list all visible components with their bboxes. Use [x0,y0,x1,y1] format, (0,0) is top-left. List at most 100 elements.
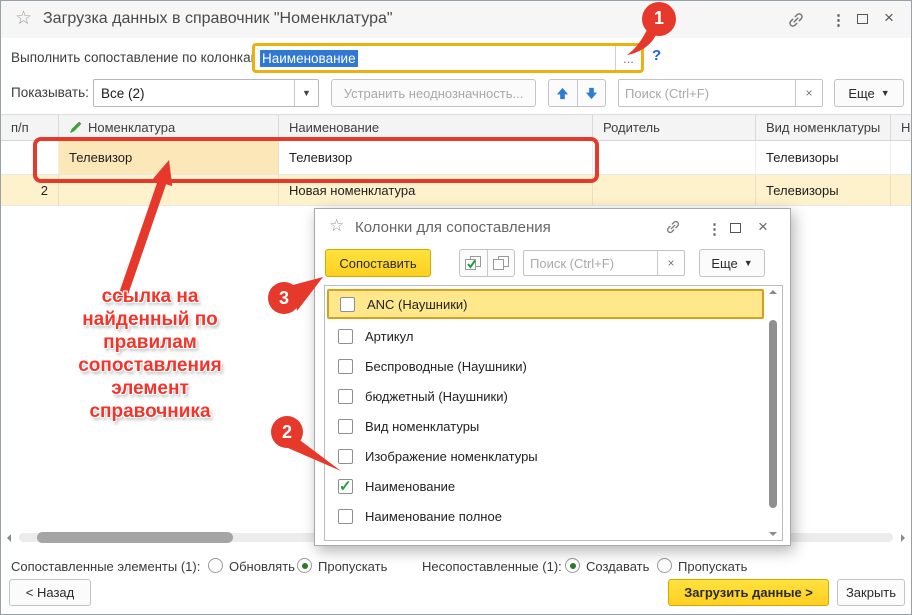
checkbox[interactable] [338,509,353,524]
table-cell[interactable]: 2 [1,175,59,206]
move-up-button[interactable] [549,80,577,106]
move-down-button[interactable] [577,80,606,106]
table-row[interactable]: 2 Новая номенклатура Телевизоры [1,175,912,206]
radio-update-label[interactable]: Обновлять [229,559,295,574]
table-cell[interactable]: Телевизор [59,141,279,175]
column-item-3[interactable]: бюджетный (Наушники) [327,381,764,411]
chevron-down-icon[interactable]: ▼ [294,80,318,106]
link-icon[interactable] [665,219,681,240]
radio-skip-unmatched-label[interactable]: Пропускать [678,559,747,574]
checkbox[interactable] [338,329,353,344]
menu-dots-icon[interactable]: ⋮ [707,220,722,238]
mapping-columns-value-area[interactable]: Наименование [255,46,615,70]
close-button[interactable]: Закрыть [837,579,905,606]
column-item-0[interactable]: ANC (Наушники) [327,289,764,319]
column-header-kind[interactable]: Вид номенклатуры [756,115,891,140]
mapping-columns-input[interactable]: Наименование ... [252,43,644,73]
table-cell[interactable] [593,141,756,175]
annotation-note-line: ссылка на [25,285,275,308]
table-cell[interactable]: Телевизор [279,141,593,175]
column-header-parent[interactable]: Родитель [593,115,756,140]
radio-create[interactable] [565,558,580,573]
help-link[interactable]: ? [652,47,661,64]
checkbox[interactable] [340,297,355,312]
table-cell[interactable] [593,175,756,206]
table-cell[interactable] [891,141,912,175]
column-item-7[interactable]: Наименование полное [327,501,764,531]
close-icon[interactable]: × [884,8,894,28]
vertical-scrollbar[interactable] [766,288,780,538]
choose-columns-button[interactable]: ... [615,46,641,70]
scroll-up-icon[interactable] [769,290,777,294]
radio-skip-matched-label[interactable]: Пропускать [318,559,387,574]
load-data-button[interactable]: Загрузить данные > [668,579,829,606]
columns-list: ANC (Наушники) Артикул Беспроводные (Нау… [324,285,783,541]
maximize-icon[interactable] [730,223,741,233]
table-cell[interactable] [1,141,59,175]
search-clear-icon[interactable]: × [657,251,684,275]
column-header-label: Номенклатура [88,120,175,135]
checkbox[interactable] [338,479,353,494]
scroll-right-icon[interactable] [901,534,905,542]
table-cell[interactable]: Телевизоры [756,175,891,206]
maximize-icon[interactable] [857,14,868,24]
dialog-more-button[interactable]: Еще ▼ [699,249,765,277]
page-title: Загрузка данных в справочник "Номенклату… [43,10,393,28]
back-button[interactable]: < Назад [9,579,91,606]
column-item-4[interactable]: Вид номенклатуры [327,411,764,441]
show-filter-select[interactable]: Все (2) ▼ [93,79,319,107]
column-item-1[interactable]: Артикул [327,321,764,351]
table-cell[interactable]: Телевизоры [756,141,891,175]
more-button[interactable]: Еще ▼ [834,79,904,107]
checkbox[interactable] [338,359,353,374]
column-item-5[interactable]: Изображение номенклатуры [327,441,764,471]
dialog-search-input[interactable] [524,251,657,275]
column-header-nomenclature[interactable]: Номенклатура [59,115,279,140]
link-icon[interactable] [787,11,805,34]
search-clear-icon[interactable]: × [795,80,822,106]
table-cell[interactable] [59,175,279,206]
checkbox[interactable] [338,389,353,404]
favorite-star-icon[interactable]: ☆ [329,217,344,234]
column-header-next[interactable]: Н [891,115,912,140]
column-header-num[interactable]: п/п [1,115,59,140]
column-item-2[interactable]: Беспроводные (Наушники) [327,351,764,381]
table-search-input[interactable] [619,80,795,106]
checkbox[interactable] [338,419,353,434]
column-header-name[interactable]: Наименование [279,115,593,140]
radio-create-label[interactable]: Создавать [586,559,649,574]
table-cell[interactable]: Новая номенклатура [279,175,593,206]
table-cell[interactable] [891,175,912,206]
mapping-columns-value: Наименование [260,50,358,67]
vertical-scrollbar-thumb[interactable] [769,320,777,508]
check-all-button[interactable] [460,250,487,276]
menu-dots-icon[interactable]: ⋮ [831,11,846,29]
arrow-down-icon [585,87,598,100]
annotation-note-line: правилам [25,331,275,354]
scroll-left-icon[interactable] [7,534,11,542]
radio-skip-matched[interactable] [297,558,312,573]
mapping-columns-label: Выполнить сопоставление по колонкам: [11,50,264,65]
column-item-6[interactable]: Наименование [327,471,764,501]
dialog-title: Колонки для сопоставления [355,219,551,236]
horizontal-scrollbar-thumb[interactable] [37,532,233,543]
column-item-label: Наименование полное [365,509,502,524]
radio-update[interactable] [208,558,223,573]
show-filter-value: Все (2) [94,80,294,106]
column-item-label: Беспроводные (Наушники) [365,359,527,374]
edit-pencil-icon [69,121,82,134]
uncheck-all-button[interactable] [487,250,515,276]
favorite-star-icon[interactable]: ☆ [15,9,32,28]
disambiguate-button[interactable]: Устранить неоднозначность... [331,79,536,107]
close-icon[interactable]: × [758,217,768,237]
table-row[interactable]: Телевизор Телевизор Телевизоры [1,141,912,175]
map-button[interactable]: Сопоставить [325,249,431,277]
radio-skip-unmatched[interactable] [657,558,672,573]
title-bar: ☆ Загрузка данных в справочник "Номенкла… [1,1,911,38]
scroll-down-icon[interactable] [769,532,777,536]
dialog-search-box: × [523,250,685,276]
annotation-badge-3-number: 3 [275,288,293,309]
unmatched-elements-label: Несопоставленные (1): [422,559,562,574]
chevron-down-icon: ▼ [744,258,753,268]
checkbox[interactable] [338,449,353,464]
